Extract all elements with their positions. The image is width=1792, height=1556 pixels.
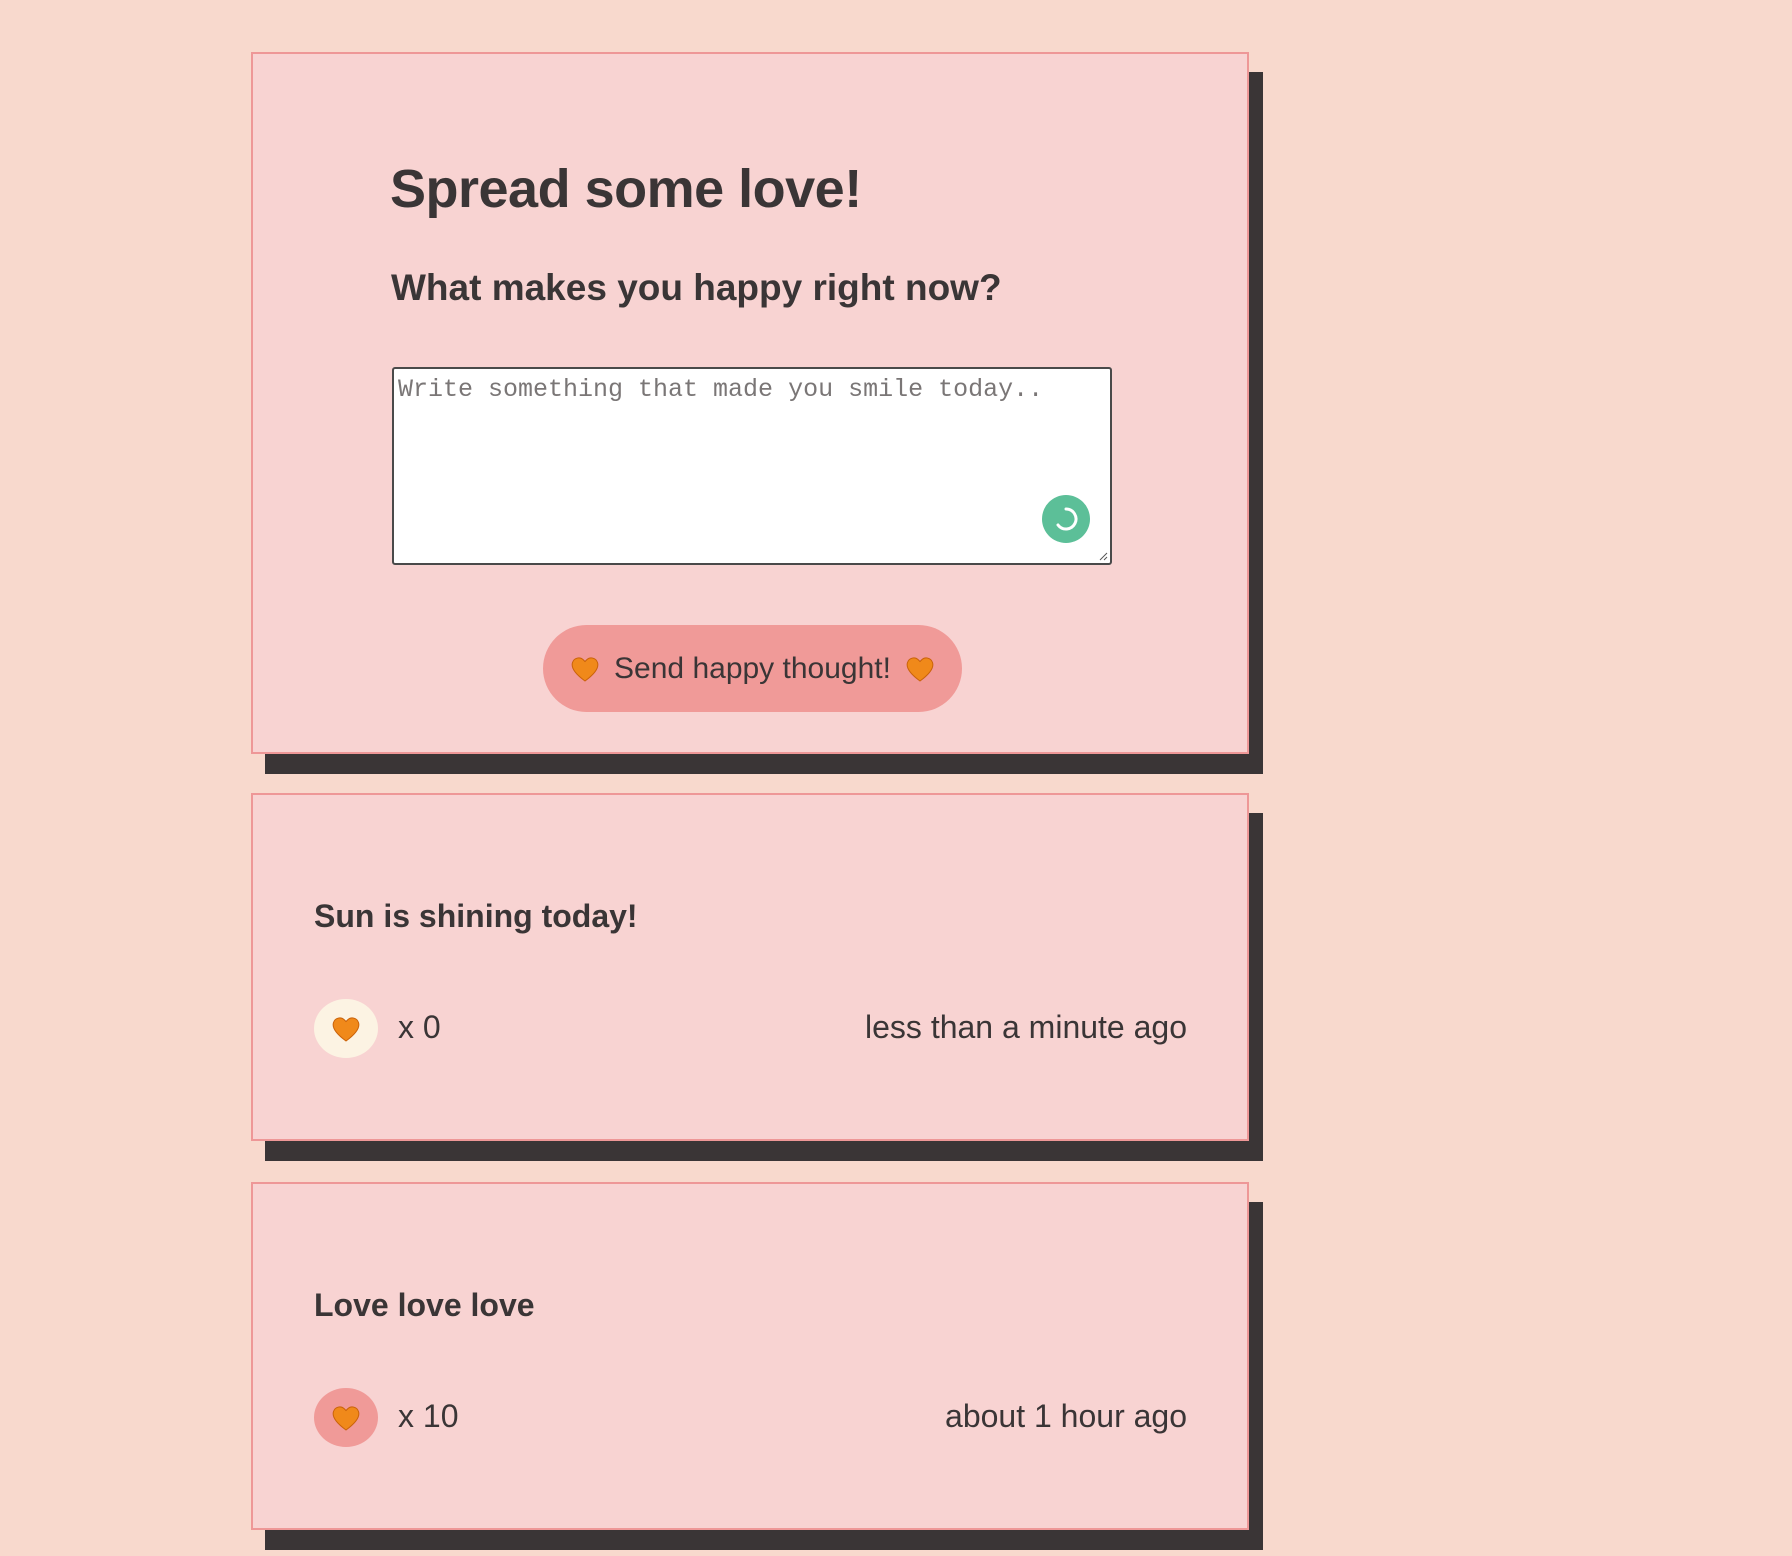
timestamp: less than a minute ago [865,1009,1187,1045]
thought-card: Sun is shining today! x 0 less than a mi… [251,793,1249,1141]
happy-thought-form: Spread some love! What makes you happy r… [251,52,1249,754]
like-button[interactable] [314,1388,378,1447]
orange-heart-icon [571,656,599,682]
orange-heart-icon [906,656,934,682]
page: Spread some love! What makes you happy r… [0,0,1792,1556]
like-count: x 0 [398,1009,441,1045]
thought-message: Love love love [314,1287,535,1323]
thought-message: Sun is shining today! [314,898,638,934]
thought-card: Love love love x 10 about 1 hour ago [251,1182,1249,1530]
grammar-assistant-icon[interactable] [1042,495,1090,543]
orange-heart-icon [332,1405,360,1431]
orange-heart-icon [332,1016,360,1042]
like-count: x 10 [398,1398,459,1434]
like-button[interactable] [314,999,378,1058]
form-title: Spread some love! [390,159,862,219]
form-question: What makes you happy right now? [391,267,1002,308]
thought-input-wrapper [392,367,1112,565]
send-happy-thought-button[interactable]: Send happy thought! [543,625,962,712]
resize-grip-icon[interactable] [1099,552,1108,561]
timestamp: about 1 hour ago [945,1398,1187,1434]
thought-input[interactable] [394,369,1110,563]
grammar-spinner-icon [1056,507,1078,531]
send-button-label: Send happy thought! [614,651,891,685]
